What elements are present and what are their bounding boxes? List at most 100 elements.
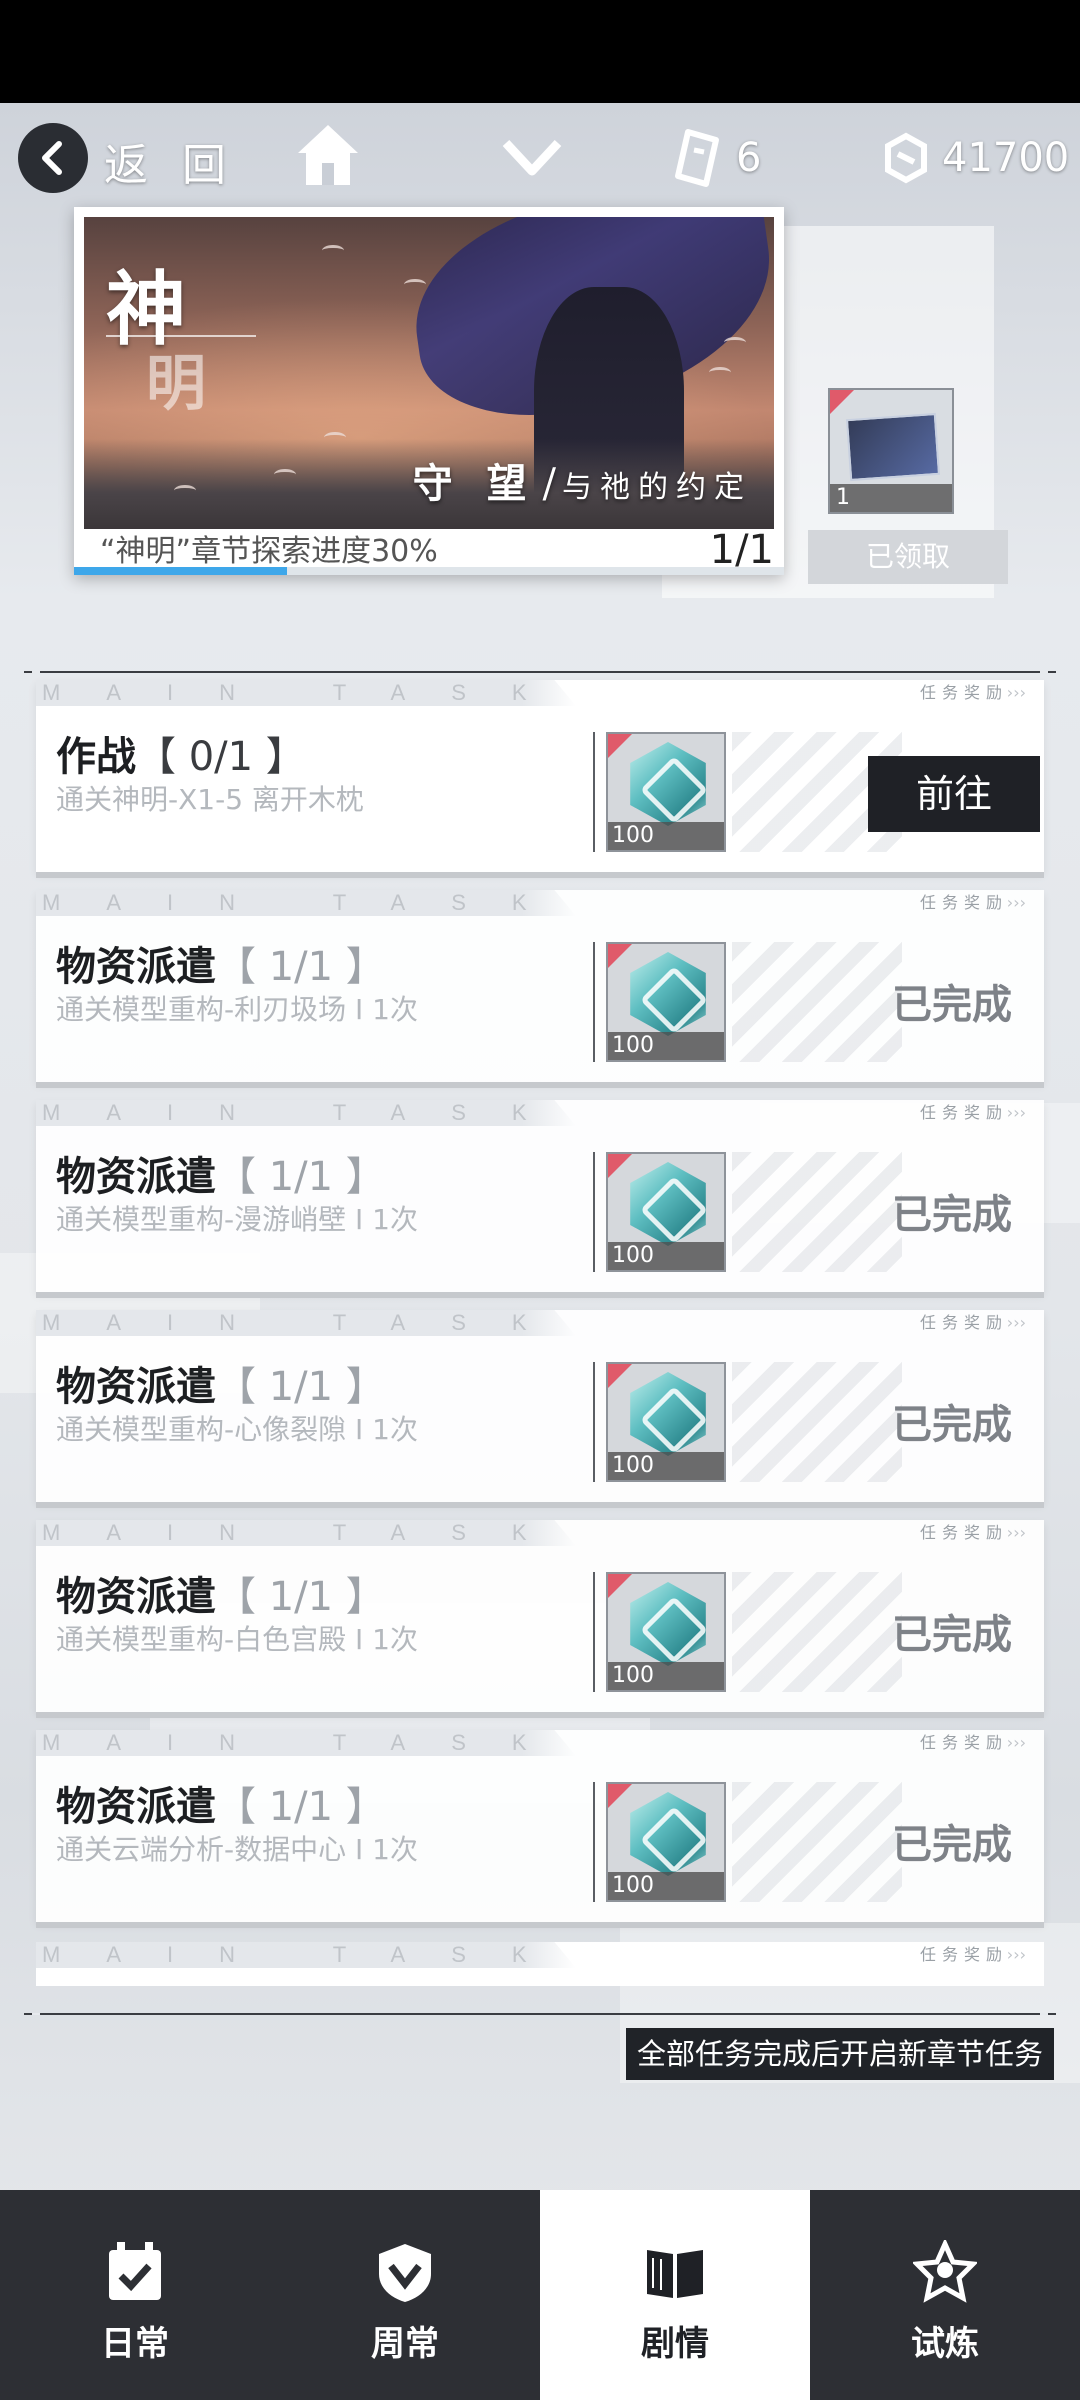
main-task-tag: MAIN TASK <box>36 1520 576 1546</box>
task-row[interactable]: MAIN TASK 任务奖励 ››› 物资派遣【 1/1 】 通关模型重构-心像… <box>36 1310 1044 1502</box>
reward-quantity: 100 <box>608 1242 724 1270</box>
nav-tab-daily[interactable]: 日常 <box>0 2190 270 2400</box>
task-separator <box>593 942 595 1062</box>
reward-quantity: 100 <box>608 1452 724 1480</box>
access-card-icon <box>845 412 941 482</box>
back-label[interactable]: 返 回 <box>104 129 236 193</box>
task-title: 物资派遣【 1/1 】 <box>56 1574 386 1620</box>
currency-amount: 41700 <box>942 135 1070 181</box>
task-row[interactable]: MAIN TASK 任务奖励 ››› 作战【 0/1 】 通关神明-X1-5 离… <box>36 680 1044 872</box>
task-progress: 【 0/1 】 <box>136 734 306 780</box>
back-button[interactable] <box>18 123 88 193</box>
reward-quantity: 100 <box>608 1872 724 1900</box>
row-stripes <box>732 1152 902 1272</box>
task-reward-item[interactable]: 100 <box>606 1152 726 1272</box>
row-stripes <box>732 1572 902 1692</box>
chapter-reward-item[interactable]: 1 <box>828 388 954 514</box>
chapter-subtitle: 守 望 / 与祂的约定 <box>412 460 752 507</box>
footer-note: 全部任务完成后开启新章节任务 <box>626 2028 1054 2080</box>
rarity-corner <box>608 1364 632 1388</box>
task-description: 通关神明-X1-5 离开木枕 <box>56 783 364 816</box>
task-row[interactable]: MAIN TASK 任务奖励 ››› 物资派遣【 1/1 】 通关模型重构-漫游… <box>36 1100 1044 1292</box>
task-row[interactable]: MAIN TASK 任务奖励 ››› 物资派遣【 1/1 】 通关云端分析-数据… <box>36 1730 1044 1922</box>
main-task-tag: MAIN TASK <box>36 680 576 706</box>
reward-quantity: 100 <box>608 1662 724 1690</box>
chapter-name-small: 明 <box>146 349 206 419</box>
task-description: 通关云端分析-数据中心 I 1次 <box>56 1833 418 1866</box>
task-description: 通关模型重构-利刃圾场 I 1次 <box>56 993 418 1026</box>
chapter-progress-bar <box>74 567 784 575</box>
task-progress: 【 1/1 】 <box>216 1784 386 1830</box>
task-reward-item[interactable]: 100 <box>606 1362 726 1482</box>
task-completed-label: 已完成 <box>892 982 1012 1028</box>
main-task-tag: MAIN TASK <box>36 1730 576 1756</box>
task-reward-item[interactable]: 100 <box>606 1782 726 1902</box>
task-description: 通关模型重构-心像裂隙 I 1次 <box>56 1413 418 1446</box>
task-title: 作战【 0/1 】 <box>56 734 306 780</box>
nav-tab-trial[interactable]: 试炼 <box>810 2190 1080 2400</box>
task-description: 通关模型重构-白色宫殿 I 1次 <box>56 1623 418 1656</box>
reward-label: 任务奖励 <box>919 1103 1008 1122</box>
task-completed-label: 已完成 <box>892 1612 1012 1658</box>
status-bar <box>0 0 1080 103</box>
trial-emblem-icon <box>913 2240 977 2303</box>
chevron-down-icon <box>502 139 562 176</box>
chapter-reward-claimed-button[interactable]: 已领取 <box>808 530 1008 584</box>
main-task-tag: MAIN TASK <box>36 1942 576 1968</box>
task-reward-item[interactable]: 100 <box>606 942 726 1062</box>
goto-button[interactable]: 前往 <box>868 756 1040 832</box>
chevron-left-icon <box>42 141 62 175</box>
rarity-corner <box>608 734 632 758</box>
task-title: 物资派遣【 1/1 】 <box>56 944 386 990</box>
task-separator <box>593 1572 595 1692</box>
rarity-corner <box>608 1154 632 1178</box>
rarity-corner <box>608 944 632 968</box>
task-reward-item[interactable]: 100 <box>606 732 726 852</box>
nav-tab-weekly[interactable]: 周常 <box>270 2190 540 2400</box>
nav-tab-story[interactable]: 剧情 <box>540 2190 810 2400</box>
reward-label-arrows: ››› <box>1006 1313 1026 1332</box>
top-bar: 返 回 6 41700 <box>0 103 1080 208</box>
currency-icon <box>885 132 927 184</box>
task-completed-label: 已完成 <box>892 1822 1012 1868</box>
ticket-counter[interactable]: 6 <box>672 123 832 193</box>
reward-label: 任务奖励 <box>919 1945 1008 1964</box>
reward-label: 任务奖励 <box>919 1523 1008 1542</box>
reward-label: 任务奖励 <box>919 1733 1008 1752</box>
task-separator <box>593 1152 595 1272</box>
task-progress: 【 1/1 】 <box>216 1364 386 1410</box>
task-separator <box>593 1362 595 1482</box>
reward-label: 任务奖励 <box>919 683 1008 702</box>
task-row[interactable]: MAIN TASK 任务奖励 ››› 物资派遣【 1/1 】 通关模型重构-白色… <box>36 1520 1044 1712</box>
task-progress: 【 1/1 】 <box>216 1574 386 1620</box>
reward-label: 任务奖励 <box>919 893 1008 912</box>
rarity-corner <box>608 1784 632 1808</box>
reward-label-arrows: ››› <box>1006 1733 1026 1752</box>
chapter-illustration: 神 明 守 望 / 与祂的约定 <box>84 217 774 529</box>
reward-quantity: 100 <box>608 822 724 850</box>
chapter-banner[interactable]: 神 明 守 望 / 与祂的约定 “神明”章节探索进度30% 1/1 <box>74 207 784 575</box>
row-stripes <box>732 942 902 1062</box>
task-completed-label: 已完成 <box>892 1192 1012 1238</box>
main-task-tag: MAIN TASK <box>36 1100 576 1126</box>
home-button[interactable] <box>292 119 364 191</box>
shield-check-icon <box>379 2244 431 2302</box>
task-completed-label: 已完成 <box>892 1402 1012 1448</box>
main-task-tag: MAIN TASK <box>36 890 576 916</box>
task-row[interactable]: MAIN TASK 任务奖励 ››› 物资派遣【 1/1 】 通关模型重构-利刃… <box>36 890 1044 1082</box>
ticket-count: 6 <box>736 135 762 181</box>
task-progress: 【 1/1 】 <box>216 944 386 990</box>
reward-quantity: 100 <box>608 1032 724 1060</box>
task-description: 通关模型重构-漫游峭壁 I 1次 <box>56 1203 418 1236</box>
currency-counter[interactable]: 41700 <box>880 123 1080 193</box>
task-reward-item[interactable]: 100 <box>606 1572 726 1692</box>
section-divider-bottom <box>24 2013 1056 2015</box>
task-title: 物资派遣【 1/1 】 <box>56 1364 386 1410</box>
dropdown-button[interactable] <box>500 125 564 189</box>
main-task-tag: MAIN TASK <box>36 1310 576 1336</box>
bottom-nav: 日常 周常 剧情 试炼 <box>0 2190 1080 2400</box>
section-divider-top <box>24 671 1056 673</box>
reward-label-arrows: ››› <box>1006 1103 1026 1122</box>
task-row-partial[interactable]: MAIN TASK 任务奖励 ››› <box>36 1942 1044 1986</box>
task-separator <box>593 732 595 852</box>
